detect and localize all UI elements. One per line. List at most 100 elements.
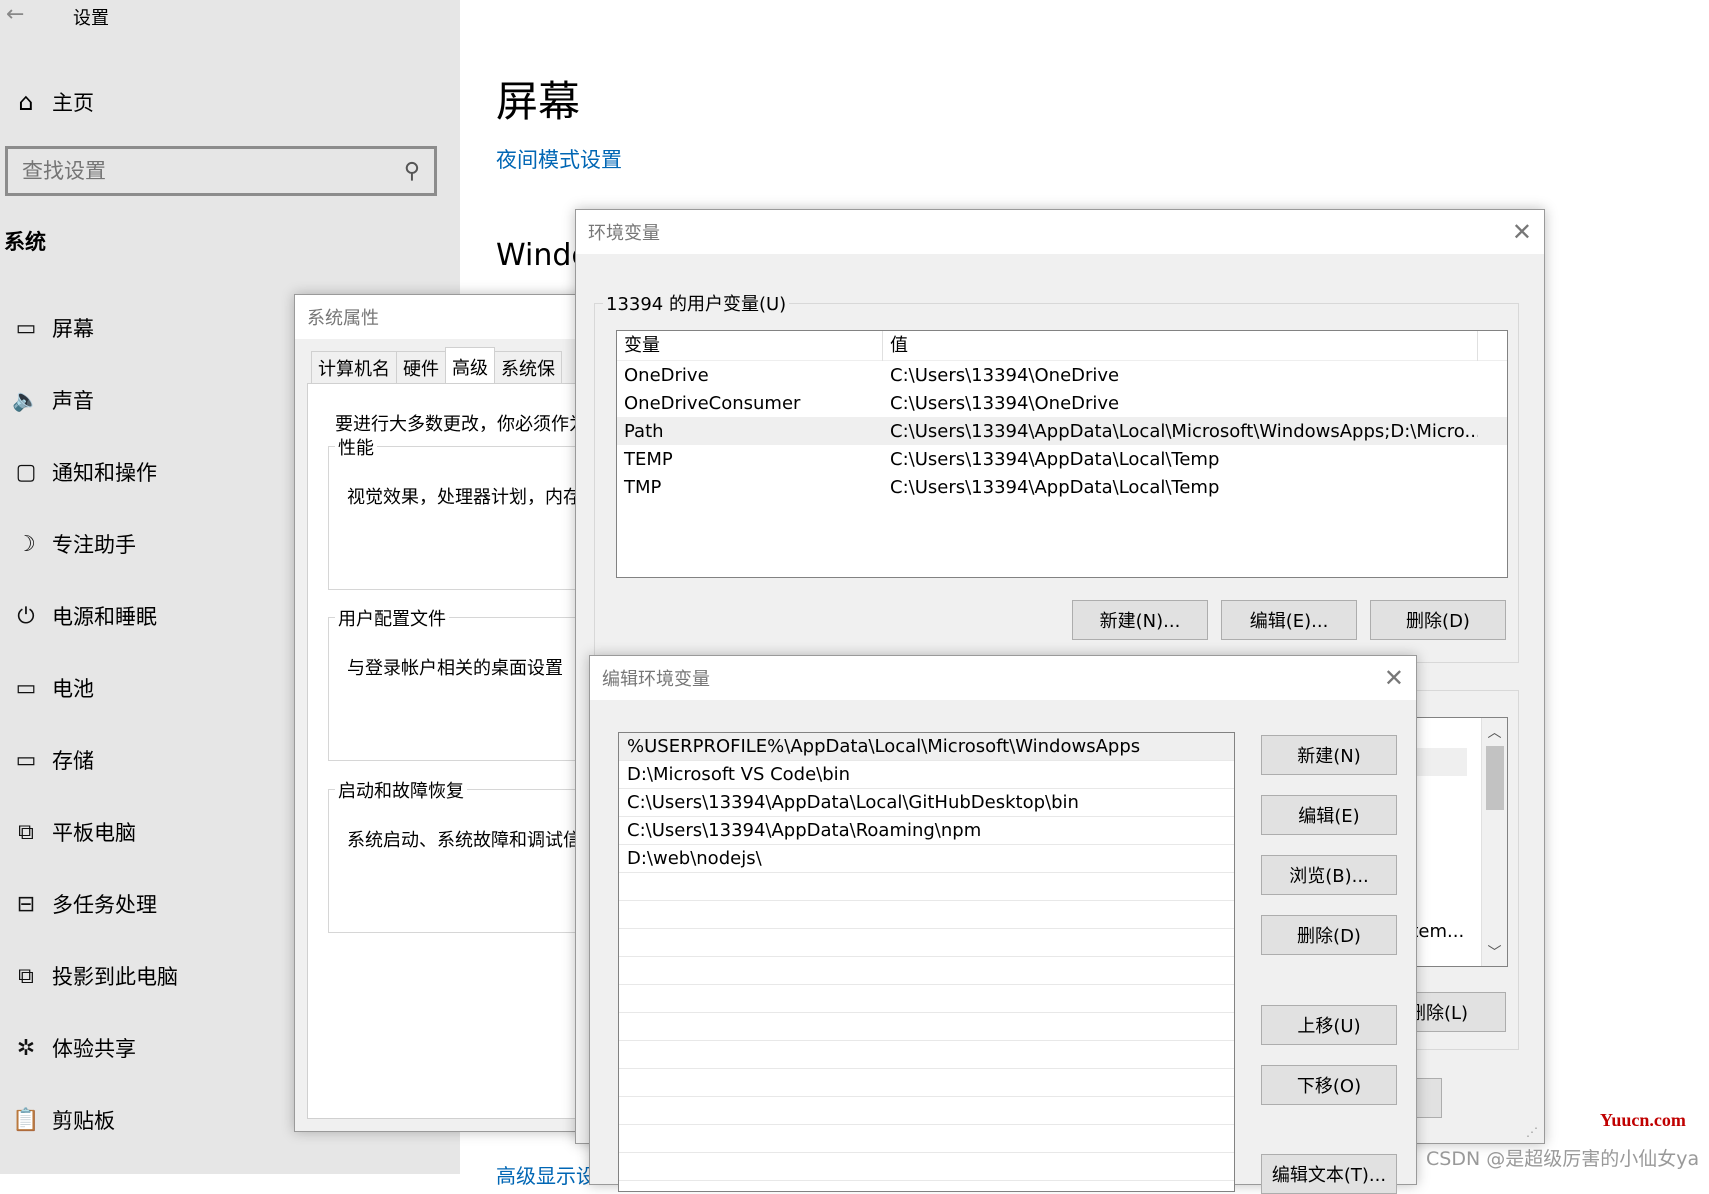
nav-item-0[interactable]: ▭ 屏幕 bbox=[0, 306, 300, 350]
close-icon[interactable]: ✕ bbox=[1384, 664, 1404, 692]
list-item[interactable]: D:\web\nodejs\ bbox=[619, 845, 1234, 873]
close-icon[interactable]: ✕ bbox=[1512, 218, 1532, 246]
table-row[interactable]: TEMP C:\Users\13394\AppData\Local\Temp bbox=[617, 445, 1507, 473]
empty-list-row[interactable] bbox=[619, 1125, 1234, 1153]
nav-item-label: 多任务处理 bbox=[52, 893, 157, 917]
move-up-button[interactable]: 上移(U) bbox=[1261, 1005, 1397, 1045]
scroll-down-icon[interactable]: ﹀ bbox=[1482, 942, 1507, 962]
delete-entry-button[interactable]: 删除(D) bbox=[1261, 915, 1397, 955]
empty-list-row[interactable] bbox=[619, 985, 1234, 1013]
variable-value-cell: C:\Users\13394\AppData\Local\Temp bbox=[890, 476, 1220, 498]
user-profile-label: 用户配置文件 bbox=[335, 605, 449, 631]
empty-list-row[interactable] bbox=[619, 929, 1234, 957]
nav-item-7[interactable]: ⧉ 平板电脑 bbox=[0, 810, 300, 854]
clipboard-icon: 📋 bbox=[12, 1107, 40, 1133]
new-entry-button[interactable]: 新建(N) bbox=[1261, 735, 1397, 775]
sysprop-title: 系统属性 bbox=[307, 308, 379, 329]
performance-desc: 视觉效果，处理器计划，内存 bbox=[347, 487, 581, 508]
list-header: 变量 值 bbox=[617, 330, 1507, 361]
home-icon: ⌂ bbox=[18, 88, 34, 116]
variable-value-cell: C:\Users\13394\OneDrive bbox=[890, 364, 1120, 386]
section-title: 系统 bbox=[4, 230, 46, 254]
nav-item-label: 体验共享 bbox=[52, 1037, 136, 1061]
list-item[interactable]: C:\Users\13394\AppData\Local\GitHubDeskt… bbox=[619, 789, 1234, 817]
user-variables-list[interactable]: 变量 值 OneDrive C:\Users\13394\OneDrive OneD… bbox=[616, 330, 1508, 578]
tablet-icon: ⧉ bbox=[18, 819, 34, 845]
night-mode-link[interactable]: 夜间模式设置 bbox=[496, 144, 622, 174]
editenv-title: 编辑环境变量 bbox=[602, 669, 710, 690]
delete-user-var-button[interactable]: 删除(D) bbox=[1370, 600, 1506, 640]
scroll-up-icon[interactable]: ︿ bbox=[1482, 722, 1507, 742]
nav-item-6[interactable]: ▭ 存储 bbox=[0, 738, 300, 782]
nav-item-8[interactable]: ⊟ 多任务处理 bbox=[0, 882, 300, 926]
empty-list-row[interactable] bbox=[619, 873, 1234, 901]
variable-value-cell: C:\Users\13394\OneDrive bbox=[890, 392, 1120, 414]
table-row[interactable]: OneDrive C:\Users\13394\OneDrive bbox=[617, 361, 1507, 389]
sysprop-titlebar[interactable]: 系统属性 bbox=[295, 295, 613, 339]
project-icon: ⧉ bbox=[18, 963, 34, 989]
empty-list-row[interactable] bbox=[619, 1013, 1234, 1041]
home-nav-item[interactable]: ⌂ 主页 bbox=[0, 82, 94, 122]
search-input[interactable] bbox=[22, 159, 382, 183]
admin-note: 要进行大多数更改，你必须作为 bbox=[335, 414, 587, 435]
new-user-var-button[interactable]: 新建(N)... bbox=[1072, 600, 1208, 640]
nav-item-9[interactable]: ⧉ 投影到此电脑 bbox=[0, 954, 300, 998]
nav-item-5[interactable]: ▭ 电池 bbox=[0, 666, 300, 710]
nav-item-label: 剪贴板 bbox=[52, 1109, 115, 1133]
tab-2[interactable]: 高级 bbox=[445, 347, 495, 383]
page-title: 屏幕 bbox=[496, 77, 581, 126]
move-down-button[interactable]: 下移(O) bbox=[1261, 1065, 1397, 1105]
moon-icon: ☽ bbox=[16, 531, 36, 557]
empty-list-row[interactable] bbox=[619, 957, 1234, 985]
variable-name-cell: TMP bbox=[624, 476, 662, 498]
nav-item-2[interactable]: ▢ 通知和操作 bbox=[0, 450, 300, 494]
path-entries-list[interactable]: %USERPROFILE%\AppData\Local\Microsoft\Wi… bbox=[618, 732, 1235, 1192]
scroll-thumb[interactable] bbox=[1486, 746, 1504, 810]
edit-entry-button[interactable]: 编辑(E) bbox=[1261, 795, 1397, 835]
empty-list-row[interactable] bbox=[619, 1153, 1234, 1181]
list-item[interactable]: D:\Microsoft VS Code\bin bbox=[619, 761, 1234, 789]
nav-item-1[interactable]: 🔈 声音 bbox=[0, 378, 300, 422]
notification-icon: ▢ bbox=[15, 459, 37, 485]
nav-item-10[interactable]: ✲ 体验共享 bbox=[0, 1026, 300, 1070]
edit-text-button[interactable]: 编辑文本(T)... bbox=[1261, 1154, 1397, 1194]
nav-item-label: 电池 bbox=[52, 677, 94, 701]
empty-list-row[interactable] bbox=[619, 1041, 1234, 1069]
nav-item-label: 通知和操作 bbox=[52, 461, 157, 485]
resize-grip-icon[interactable]: ⋰ bbox=[1526, 1125, 1538, 1139]
tab-3[interactable]: 系统保 bbox=[494, 351, 562, 383]
search-icon[interactable]: ⚲ bbox=[404, 159, 420, 184]
tab-1[interactable]: 硬件 bbox=[396, 351, 446, 383]
nav-item-11[interactable]: 📋 剪贴板 bbox=[0, 1098, 300, 1142]
nav-item-label: 声音 bbox=[52, 389, 94, 413]
variable-name-cell: TEMP bbox=[624, 448, 673, 470]
home-label: 主页 bbox=[52, 91, 94, 115]
browse-button[interactable]: 浏览(B)... bbox=[1261, 855, 1397, 895]
list-item[interactable]: C:\Users\13394\AppData\Roaming\npm bbox=[619, 817, 1234, 845]
startup-recovery-desc: 系统启动、系统故障和调试信 bbox=[347, 830, 581, 851]
column-header-value[interactable]: 值 bbox=[883, 330, 1478, 361]
empty-list-row[interactable] bbox=[619, 901, 1234, 929]
edit-user-var-button[interactable]: 编辑(E)... bbox=[1221, 600, 1357, 640]
nav-item-3[interactable]: ☽ 专注助手 bbox=[0, 522, 300, 566]
variable-value-cell: C:\Users\13394\AppData\Local\Microsoft\W… bbox=[890, 420, 1478, 442]
csdn-watermark: CSDN @是超级厉害的小仙女ya bbox=[1426, 1148, 1700, 1170]
table-row[interactable]: Path C:\Users\13394\AppData\Local\Microso… bbox=[617, 417, 1507, 445]
search-box[interactable]: ⚲ bbox=[5, 146, 437, 196]
tab-0[interactable]: 计算机名 bbox=[311, 351, 397, 383]
storage-icon: ▭ bbox=[15, 747, 37, 773]
envvars-titlebar[interactable]: 环境变量 ✕ bbox=[576, 210, 1544, 254]
user-variables-label: 13394 的用户变量(U) bbox=[603, 290, 790, 316]
empty-list-row[interactable] bbox=[619, 1069, 1234, 1097]
monitor-icon: ▭ bbox=[15, 315, 37, 341]
empty-list-row[interactable] bbox=[619, 1097, 1234, 1125]
nav-item-label: 平板电脑 bbox=[52, 821, 136, 845]
table-row[interactable]: OneDriveConsumer C:\Users\13394\OneDrive bbox=[617, 389, 1507, 417]
list-item[interactable]: %USERPROFILE%\AppData\Local\Microsoft\Wi… bbox=[619, 733, 1234, 761]
back-arrow-icon[interactable]: ← bbox=[6, 2, 24, 27]
column-header-variable[interactable]: 变量 bbox=[617, 330, 883, 361]
table-row[interactable]: TMP C:\Users\13394\AppData\Local\Temp bbox=[617, 473, 1507, 501]
system-list-scrollbar[interactable]: ︿ ﹀ bbox=[1481, 718, 1507, 966]
editenv-titlebar[interactable]: 编辑环境变量 ✕ bbox=[590, 656, 1416, 700]
nav-item-4[interactable]: ⏻ 电源和睡眠 bbox=[0, 594, 300, 638]
